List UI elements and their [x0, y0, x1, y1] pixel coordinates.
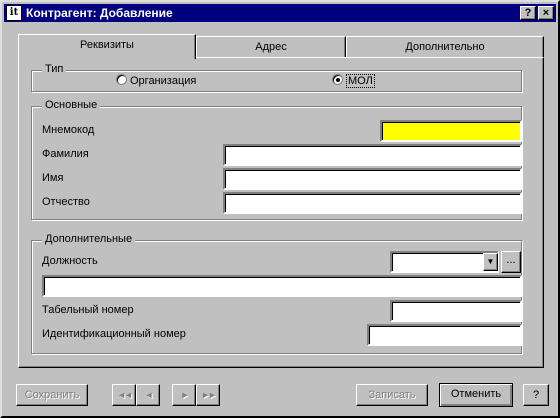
radio-organization-icon[interactable] — [116, 74, 127, 85]
position-label: Должность — [42, 255, 98, 267]
type-groupbox: Тип Организация МОЛ — [31, 63, 522, 92]
tab-address[interactable]: Адрес — [196, 36, 346, 58]
nav-last-button[interactable]: ►► — [196, 384, 220, 406]
radio-mol[interactable]: МОЛ — [332, 74, 375, 88]
close-button[interactable]: × — [538, 6, 554, 20]
patronymic-input[interactable] — [223, 192, 522, 214]
nav-first-icon: ◄◄ — [117, 390, 133, 400]
tab-number-input[interactable] — [390, 300, 522, 322]
patronymic-label: Отчество — [42, 196, 90, 208]
main-groupbox: Основные Мнемокод Фамилия Имя Отчество — [31, 99, 522, 220]
position-browse-button[interactable]: ... — [501, 251, 521, 273]
cancel-button[interactable]: Отменить — [439, 383, 513, 407]
radio-mol-icon[interactable] — [332, 74, 343, 85]
write-button[interactable]: Записать — [356, 384, 428, 406]
mnemocode-label: Мнемокод — [42, 124, 95, 136]
dialog-window: it Контрагент: Добавление ? × Реквизиты … — [0, 0, 560, 418]
nav-prev-icon: ◄ — [144, 390, 154, 400]
tab-number-label: Табельный номер — [42, 304, 134, 316]
chevron-down-icon[interactable]: ▼ — [483, 253, 498, 271]
window-title: Контрагент: Добавление — [26, 6, 173, 20]
mnemocode-input[interactable] — [380, 120, 522, 142]
name-label: Имя — [42, 172, 64, 184]
id-number-label: Идентификационный номер — [42, 328, 186, 340]
nav-prev-button[interactable]: ◄ — [136, 384, 160, 406]
extra-group-legend: Дополнительные — [42, 233, 136, 245]
tab-additional[interactable]: Дополнительно — [346, 36, 544, 58]
type-group-legend: Тип — [42, 63, 67, 75]
radio-organization[interactable]: Организация — [116, 74, 196, 87]
nav-next-icon: ► — [180, 390, 190, 400]
radio-mol-label: МОЛ — [346, 74, 375, 88]
name-input[interactable] — [223, 168, 522, 190]
save-button[interactable]: Сохранить — [16, 384, 88, 406]
nav-last-icon: ►► — [201, 390, 217, 400]
nav-next-button[interactable]: ► — [172, 384, 196, 406]
surname-label: Фамилия — [42, 148, 89, 160]
help-button[interactable]: ? — [523, 384, 549, 406]
tab-panel-requisites: Тип Организация МОЛ Основные Мнемокод Фа… — [18, 57, 544, 368]
main-group-legend: Основные — [42, 99, 101, 111]
tab-requisites[interactable]: Реквизиты — [18, 34, 196, 59]
nav-first-button[interactable]: ◄◄ — [112, 384, 136, 406]
id-number-input[interactable] — [367, 324, 522, 346]
help-title-button[interactable]: ? — [520, 6, 536, 20]
position-text-input[interactable] — [42, 275, 522, 297]
title-bar: it Контрагент: Добавление ? × — [4, 4, 556, 22]
app-icon[interactable]: it — [6, 5, 22, 21]
extra-groupbox: Дополнительные Должность ▼ ... Табельный… — [31, 233, 522, 354]
radio-organization-label: Организация — [130, 75, 197, 87]
surname-input[interactable] — [223, 144, 522, 166]
